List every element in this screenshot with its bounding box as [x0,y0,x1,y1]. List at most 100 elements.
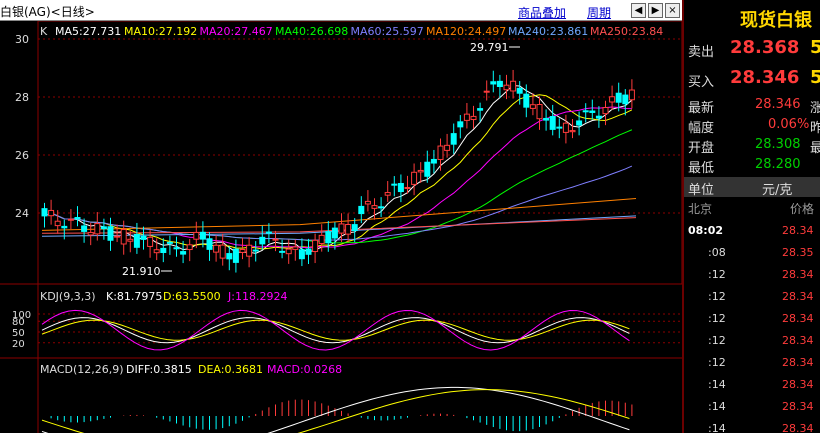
candle-body [595,115,602,119]
candle-body [107,226,114,241]
candle-body [193,231,200,240]
candle-body [351,224,358,232]
candle-body [384,192,391,196]
candle-body [424,161,431,177]
ma-label: MA240:23.861 [508,25,588,38]
candle-body [292,246,299,250]
quote-panel: 现货白银 卖出 28.368 5 买入 28.346 5 最新 28.346 涨… [682,0,820,433]
candle-body [523,93,530,108]
candle-body [147,236,154,247]
candle-body [114,235,121,238]
tick-time: :12 [708,268,726,281]
candle-body [318,234,325,245]
candle-body [279,250,286,253]
kdj-tick-label: 80 [12,317,25,328]
ma-label: MA120:24.497 [426,25,506,38]
candle-body [61,225,68,229]
tick-row: :14 28.34 [684,422,820,433]
tick-row: :12 28.34 [684,334,820,356]
candle-body [371,205,378,209]
candle-body [450,133,457,145]
macd-dea-value: DEA:0.3681 [198,363,263,376]
macd-dea-line [41,389,630,433]
high-price-label: 29.791 [470,41,509,54]
tick-price: 28.34 [782,356,814,369]
candle-body [609,96,616,103]
tick-row: :08 28.35 [684,246,820,268]
candle-body [477,108,484,111]
ma-label: MA10:27.192 [124,25,197,38]
candle-body [397,183,404,193]
candle-body [589,110,596,113]
tick-price: 28.34 [782,334,814,347]
ma-label: MA5:27.731 [55,25,121,38]
kdj-label: KDJ(9,3,3) [40,290,96,303]
candle-body [378,206,385,209]
tick-time: :14 [708,400,726,413]
tick-price: 28.34 [782,422,814,433]
candle-body [272,238,279,241]
tick-price: 28.34 [782,268,814,281]
candle-body [463,113,470,121]
candle-body [312,239,319,253]
candle-body [543,117,550,121]
candle-body [133,233,140,248]
tick-row: :12 28.34 [684,268,820,290]
low-price-label: 21.910 [122,265,161,278]
overlay-commodity-link[interactable]: 商品叠加 [518,4,566,21]
chart-title: 白银(AG)<日线> [0,5,95,19]
candle-body [562,122,569,133]
sell-row: 卖出 28.368 5 [688,37,820,60]
candle-body [411,171,418,185]
candle-body [100,226,107,230]
next-arrow-icon[interactable]: ▶ [648,3,663,18]
kdj-j-line [41,309,630,351]
tick-price: 28.34 [782,224,814,237]
price-chart[interactable]: 30282624100805020 K MA5:27.731 MA10:27.19… [0,21,682,433]
candle-body [265,231,272,234]
candle-body [483,90,490,93]
candle-body [140,235,147,240]
candle-body [246,244,253,257]
chart-toolbar: 白银(AG)<日线> 商品叠加 周期 ◀ ▶ × [0,0,682,21]
candle-body [470,115,477,121]
candle-body [496,80,503,88]
candle-body [166,241,173,244]
candle-body [576,120,583,126]
candle-body [404,186,411,189]
candle-body [186,244,193,251]
candle-body [232,248,239,263]
candle-body [120,229,127,245]
candle-body [536,104,543,120]
candle-body [67,218,74,221]
y-tick-label: 24 [15,207,29,220]
candle-body [628,89,635,101]
kdj-k-value: K:81.7975 [106,290,162,303]
tick-time: :12 [708,290,726,303]
candle-body [180,251,187,255]
tick-row: :12 28.34 [684,290,820,312]
candle-body [199,231,206,240]
candle-body [48,209,55,217]
prev-arrow-icon[interactable]: ◀ [631,3,646,18]
candle-body [41,208,48,217]
candle-body [345,224,352,235]
kdj-j-value: J:118.2924 [227,290,287,303]
candle-body [285,248,292,255]
tick-row: :14 28.34 [684,400,820,422]
ma-label: MA60:25.597 [351,25,424,38]
tick-price: 28.34 [782,312,814,325]
macd-value: MACD:0.0268 [267,363,342,376]
tick-row: :12 28.34 [684,356,820,378]
candle-body [226,253,233,260]
candle-body [298,249,305,260]
y-tick-label: 30 [15,33,29,46]
tick-time: :12 [708,334,726,347]
close-icon[interactable]: × [665,3,680,18]
period-link[interactable]: 周期 [587,4,611,21]
tick-price: 28.34 [782,378,814,391]
candle-body [305,248,312,255]
macd-label: MACD(12,26,9) [40,363,124,376]
ma-line [44,106,632,249]
y-tick-label: 26 [15,149,29,162]
